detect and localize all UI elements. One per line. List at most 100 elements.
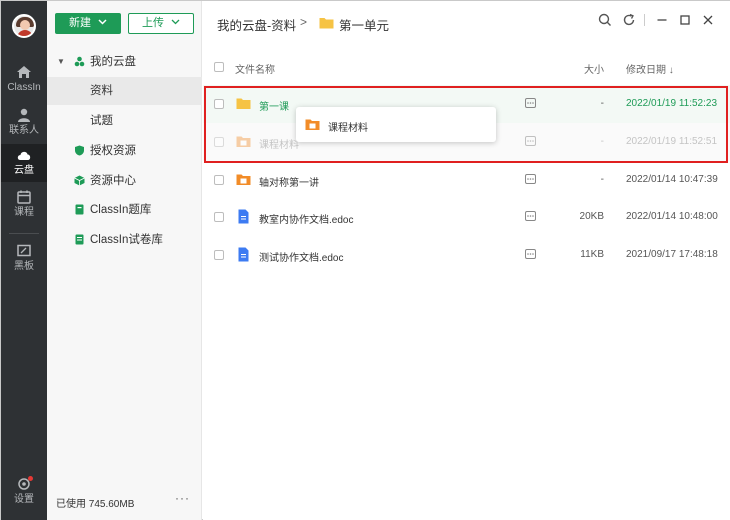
tree-item-materials[interactable]: 资料 <box>47 77 202 105</box>
rail-label: 课程 <box>14 207 34 218</box>
rail-item-cloud[interactable]: 云盘 <box>1 144 47 182</box>
tree-item-my-cloud[interactable]: ▼ 我的云盘 <box>47 48 202 76</box>
more-button[interactable]: ··· <box>175 491 190 505</box>
cube-icon <box>74 175 85 186</box>
breadcrumb-separator: > <box>300 15 308 29</box>
row-checkbox[interactable] <box>214 175 224 185</box>
contacts-icon <box>18 108 30 122</box>
tree-label: 资源中心 <box>90 175 136 187</box>
document-folder-icon <box>236 136 251 147</box>
tree-label: ClassIn试卷库 <box>90 234 163 246</box>
tree-label: 授权资源 <box>90 145 136 157</box>
maximize-icon[interactable] <box>677 12 693 28</box>
drag-preview-label: 课程材料 <box>328 123 368 134</box>
select-all-checkbox[interactable] <box>214 62 224 72</box>
new-button[interactable]: 新建 <box>55 13 121 34</box>
rail-label: 联系人 <box>9 125 39 136</box>
tree-item-questions[interactable]: 试题 <box>47 107 202 135</box>
app-window: ClassIn 联系人 云盘 课程 黑板 设置 新建 上传 ▼ 我的云盘 资料 … <box>0 0 730 520</box>
refresh-icon[interactable] <box>621 12 637 28</box>
edoc-file-icon <box>238 247 249 262</box>
rail-item-blackboard[interactable]: 黑板 <box>1 240 47 278</box>
column-size[interactable]: 大小 <box>584 61 604 76</box>
upload-button[interactable]: 上传 <box>128 13 194 34</box>
tree-label: 我的云盘 <box>90 56 136 68</box>
chevron-down-icon <box>171 19 180 25</box>
breadcrumb-current: 第一单元 <box>339 19 390 33</box>
row-checkbox[interactable] <box>214 99 224 109</box>
tree-label: 资料 <box>90 85 113 97</box>
file-size: - <box>600 98 604 109</box>
file-size: - <box>600 174 604 185</box>
row-checkbox[interactable] <box>214 137 224 147</box>
file-date: 2021/09/17 17:48:18 <box>626 249 718 260</box>
user-avatar[interactable] <box>12 14 36 38</box>
drag-preview: 课程材料 <box>296 107 496 142</box>
file-size: 20KB <box>579 211 604 222</box>
rail-label: ClassIn <box>7 82 41 93</box>
shield-icon <box>75 145 84 156</box>
rail-item-course[interactable]: 课程 <box>1 186 47 224</box>
column-date[interactable]: 修改日期 ↓ <box>626 61 674 76</box>
tree-item-question-bank[interactable]: ClassIn题库 <box>47 196 202 224</box>
notification-dot <box>28 476 33 481</box>
file-size: - <box>600 136 604 147</box>
book-icon <box>75 204 84 215</box>
file-name: 教室内协作文档.edoc <box>259 215 354 226</box>
rail-item-contacts[interactable]: 联系人 <box>1 104 47 142</box>
home-icon <box>17 66 31 78</box>
column-name[interactable]: 文件名称 <box>235 61 275 76</box>
file-date: 2022/01/14 10:48:00 <box>626 211 718 222</box>
blackboard-icon <box>17 244 31 257</box>
row-checkbox[interactable] <box>214 212 224 222</box>
file-row[interactable]: 轴对称第一讲 - 2022/01/14 10:47:39 <box>203 161 730 199</box>
folder-icon <box>319 18 334 29</box>
file-name: 测试协作文档.edoc <box>259 253 344 264</box>
more-options-icon[interactable] <box>525 249 536 259</box>
file-name: 课程材料 <box>259 140 299 151</box>
row-checkbox[interactable] <box>214 250 224 260</box>
more-options-icon[interactable] <box>525 136 536 146</box>
toolbar-divider <box>644 14 645 26</box>
tree-item-licensed[interactable]: 授权资源 <box>47 137 202 165</box>
chevron-down-icon <box>98 19 107 25</box>
document-folder-icon <box>236 174 251 185</box>
sidebar: 新建 上传 ▼ 我的云盘 资料 试题 授权资源 资源中心 ClassIn题库 C… <box>47 1 202 520</box>
more-options-icon[interactable] <box>525 174 536 184</box>
file-name: 第一课 <box>259 102 289 113</box>
caret-down-icon[interactable]: ▼ <box>57 48 65 76</box>
file-name: 轴对称第一讲 <box>259 178 319 189</box>
paper-icon <box>75 234 84 245</box>
file-browser: 我的云盘-资料 > 第一单元 文件名称 大小 修改日期 ↓ 第一课 - 2022… <box>203 1 730 520</box>
more-options-icon[interactable] <box>525 98 536 108</box>
rail-divider <box>9 233 39 234</box>
breadcrumb-root[interactable]: 我的云盘-资料 <box>217 15 296 34</box>
minimize-icon[interactable] <box>654 12 670 28</box>
more-options-icon[interactable] <box>525 211 536 221</box>
tree-item-paper-bank[interactable]: ClassIn试卷库 <box>47 226 202 254</box>
file-date: 2022/01/19 11:52:23 <box>626 98 718 109</box>
file-row[interactable]: 测试协作文档.edoc 11KB 2021/09/17 17:48:18 <box>203 236 730 274</box>
tree-item-resource-center[interactable]: 资源中心 <box>47 167 202 195</box>
file-size: 11KB <box>580 249 604 260</box>
close-icon[interactable] <box>700 12 716 28</box>
settings-button[interactable]: 设置 <box>1 473 47 511</box>
upload-button-label: 上传 <box>141 17 164 29</box>
file-list-header: 文件名称 大小 修改日期 ↓ <box>203 54 730 80</box>
storage-usage: 已使用 745.60MB <box>56 499 135 510</box>
rail-item-classin[interactable]: ClassIn <box>1 61 47 99</box>
folder-icon <box>236 98 251 109</box>
tree-label: ClassIn题库 <box>90 204 152 216</box>
file-date: 2022/01/19 11:52:51 <box>626 136 718 147</box>
rail-label: 云盘 <box>14 165 34 176</box>
settings-label: 设置 <box>14 494 34 505</box>
file-row[interactable]: 教室内协作文档.edoc 20KB 2022/01/14 10:48:00 <box>203 198 730 236</box>
document-folder-icon <box>305 119 320 130</box>
rail-label: 黑板 <box>14 261 34 272</box>
tree-label: 试题 <box>90 115 113 127</box>
edoc-file-icon <box>238 209 249 224</box>
search-icon[interactable] <box>597 12 613 28</box>
nav-rail: ClassIn 联系人 云盘 课程 黑板 设置 <box>1 1 47 520</box>
calendar-icon <box>17 190 31 204</box>
cloud-drive-icon <box>74 56 85 67</box>
